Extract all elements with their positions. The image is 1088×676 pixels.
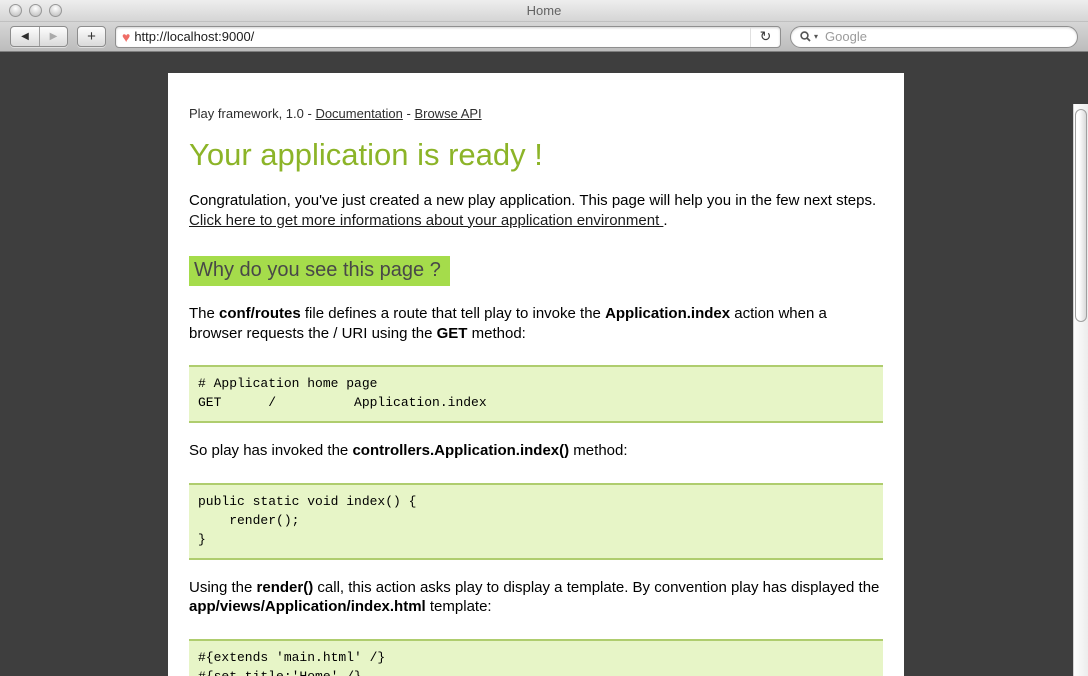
meta-separator: - [403, 106, 415, 121]
page-title: Your application is ready ! [189, 137, 883, 173]
why-heading: Why do you see this page ? [189, 256, 450, 286]
history-nav-control: ◀ ▶ [10, 26, 68, 47]
page-body: Play framework, 1.0 - Documentation - Br… [168, 73, 904, 676]
invoked-text-2: method: [569, 442, 627, 459]
intro-suffix: . [663, 212, 667, 229]
search-options-caret-icon[interactable]: ▾ [814, 32, 818, 41]
new-tab-button[interactable]: + [77, 26, 106, 47]
viewport: Play framework, 1.0 - Documentation - Br… [0, 52, 1088, 676]
intro-paragraph: Congratulation, you've just created a ne… [189, 191, 883, 230]
browser-window: Home ◀ ▶ + ♥ http://localhost:9000/ ↻ ▾ … [0, 0, 1088, 676]
invoked-text-1: So play has invoked the [189, 442, 352, 459]
browse-api-link[interactable]: Browse API [414, 106, 481, 121]
action-code-block: public static void index() { render(); } [189, 483, 883, 560]
template-paragraph: Using the render() call, this action ask… [189, 578, 883, 617]
application-index-term: Application.index [605, 305, 730, 322]
template-text-3: template: [426, 598, 492, 615]
search-icon [800, 31, 811, 42]
heart-favicon-icon: ♥ [122, 29, 130, 45]
search-placeholder: Google [825, 29, 867, 44]
intro-text: Congratulation, you've just created a ne… [189, 192, 876, 209]
template-path-term: app/views/Application/index.html [189, 598, 426, 615]
window-title: Home [0, 3, 1088, 18]
back-icon: ◀ [21, 31, 29, 42]
scrollbar-thumb[interactable] [1075, 109, 1087, 322]
conf-routes-term: conf/routes [219, 305, 301, 322]
template-code-block: #{extends 'main.html' /} #{set title:'Ho… [189, 639, 883, 676]
documentation-link[interactable]: Documentation [315, 106, 402, 121]
routes-text-2: file defines a route that tell play to i… [301, 305, 605, 322]
render-call-term: render() [257, 579, 314, 596]
template-text-2: call, this action asks play to display a… [313, 579, 879, 596]
template-text-1: Using the [189, 579, 257, 596]
framework-meta-line: Play framework, 1.0 - Documentation - Br… [189, 106, 883, 121]
vertical-scrollbar[interactable]: ▲ ▼ [1073, 104, 1088, 676]
routes-paragraph: The conf/routes file defines a route tha… [189, 304, 883, 343]
search-input[interactable]: ▾ Google [790, 26, 1078, 48]
routes-text-1: The [189, 305, 219, 322]
forward-button[interactable]: ▶ [39, 27, 67, 46]
framework-version-text: Play framework, 1.0 - [189, 106, 315, 121]
back-button[interactable]: ◀ [11, 27, 39, 46]
invoked-paragraph: So play has invoked the controllers.Appl… [189, 441, 883, 461]
forward-icon: ▶ [50, 31, 58, 42]
get-method-term: GET [437, 325, 468, 342]
routes-text-4: method: [467, 325, 525, 342]
plus-icon: + [87, 28, 96, 45]
url-text: http://localhost:9000/ [134, 29, 254, 44]
title-bar: Home [0, 0, 1088, 22]
reload-icon: ↻ [760, 28, 772, 45]
environment-info-link[interactable]: Click here to get more informations abou… [189, 212, 663, 229]
controller-method-term: controllers.Application.index() [352, 442, 569, 459]
browser-toolbar: ◀ ▶ + ♥ http://localhost:9000/ ↻ ▾ Googl… [0, 22, 1088, 52]
routes-code-block: # Application home page GET / Applicatio… [189, 365, 883, 423]
address-bar[interactable]: ♥ http://localhost:9000/ ↻ [115, 26, 781, 48]
reload-button[interactable]: ↻ [750, 27, 780, 47]
